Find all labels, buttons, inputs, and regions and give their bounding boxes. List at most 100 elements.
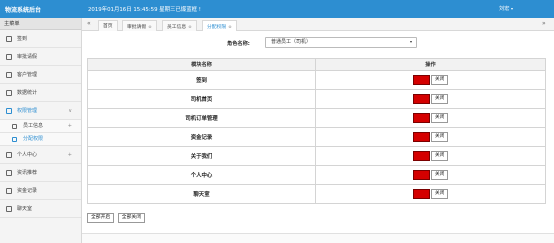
sidebar-item-personal-center[interactable]: 个人中心 + — [0, 146, 81, 164]
sidebar-item-label: 分配权限 — [23, 136, 44, 142]
top-header-bar: 物流系统后台 2019年01月16日 15:45:59 星期三已爆蓝框 ! 刘宏 — [0, 0, 554, 18]
action-cell: 开启 关闭 — [315, 70, 546, 90]
close-icon[interactable]: ⊗ — [188, 24, 191, 29]
datetime-banner: 2019年01月16日 15:45:59 星期三已爆蓝框 ! — [88, 7, 201, 13]
role-select[interactable]: 普通员工（司机） — [265, 37, 417, 48]
action-cell: 开启 关闭 — [315, 127, 546, 147]
pencil-icon — [6, 35, 12, 42]
action-cell: 开启 关闭 — [315, 184, 546, 204]
sidebar-item-employee-info[interactable]: 员工信息 + — [0, 120, 81, 133]
close-button[interactable]: 关闭 — [431, 170, 449, 180]
open-all-button[interactable]: 全部开启 — [87, 213, 115, 223]
table-header-row: 模块名称 操作 — [87, 58, 546, 71]
tag-icon — [12, 136, 17, 142]
sidebar-item-label: 个人中心 — [17, 152, 38, 158]
sidebar-header: 主菜单 — [0, 18, 81, 30]
close-all-button[interactable]: 全部关闭 — [117, 213, 145, 223]
tab-label: 员工信息 — [167, 25, 187, 30]
sidebar-item-sign-in[interactable]: 签到 — [0, 30, 81, 48]
close-button[interactable]: 关闭 — [431, 151, 449, 161]
table-row: 签到 开启 关闭 — [87, 70, 546, 90]
open-button[interactable]: 开启 — [412, 189, 430, 199]
close-icon[interactable]: ⊗ — [228, 24, 231, 29]
sidebar-item-leave-approval[interactable]: 审批请假 — [0, 48, 81, 66]
sidebar-item-label: 签到 — [17, 36, 28, 42]
column-header-actions: 操作 — [315, 58, 546, 71]
sidebar-item-statistics[interactable]: 数据统计 — [0, 84, 81, 102]
sidebar-item-label: 资讯推荐 — [17, 170, 38, 176]
table-row: 司机首页 开启 关闭 — [87, 89, 546, 109]
sidebar-item-label: 审批请假 — [17, 54, 38, 60]
chat-icon — [6, 205, 12, 212]
caret-down-icon — [511, 7, 514, 10]
tab-employee-info[interactable]: 员工信息 ⊗ — [162, 20, 197, 31]
table-row: 资金记录 开启 关闭 — [87, 127, 546, 147]
role-name-label: 角色名称: — [227, 41, 250, 47]
news-icon — [6, 169, 12, 176]
scroll-right-icon[interactable]: » — [542, 20, 546, 27]
tab-bar: « 首页 审批请假 ⊗ 员工信息 ⊗ 分配权限 ⊗ » — [82, 18, 554, 31]
open-button[interactable]: 开启 — [412, 94, 430, 104]
chevron-down-icon: ∨ — [68, 108, 72, 114]
caret-down-icon — [410, 41, 412, 43]
user-icon — [6, 151, 12, 158]
sidebar-item-label: 资金记录 — [17, 188, 38, 194]
open-button[interactable]: 开启 — [412, 75, 430, 85]
close-button[interactable]: 关闭 — [431, 75, 449, 85]
tab-leave-approval[interactable]: 审批请假 ⊗ — [122, 20, 157, 31]
open-button[interactable]: 开启 — [412, 113, 430, 123]
role-select-value: 普通员工（司机） — [271, 39, 312, 45]
sidebar-item-news[interactable]: 资讯推荐 — [0, 164, 81, 182]
sidebar-item-permissions[interactable]: 权限管理 ∨ — [0, 102, 81, 120]
action-cell: 开启 关闭 — [315, 108, 546, 128]
user-menu[interactable]: 刘宏 — [499, 5, 514, 12]
close-icon[interactable]: ⊗ — [148, 24, 151, 29]
action-cell: 开启 关闭 — [315, 146, 546, 166]
clipboard-icon — [6, 53, 12, 60]
bulk-actions: 全部开启 全部关闭 — [87, 213, 147, 223]
sidebar-item-customers[interactable]: 客户管理 — [0, 66, 81, 84]
open-button[interactable]: 开启 — [412, 170, 430, 180]
wallet-icon — [6, 187, 12, 194]
expand-plus-icon: + — [67, 152, 72, 158]
close-button[interactable]: 关闭 — [431, 132, 449, 142]
main-content: 角色名称: 普通员工（司机） 模块名称 操作 签到 开启 关闭 司机首页 开启 关闭… — [82, 31, 554, 243]
module-name: 关于我们 — [87, 146, 316, 166]
action-cell: 开启 关闭 — [315, 89, 546, 109]
close-button[interactable]: 关闭 — [431, 113, 449, 123]
action-cell: 开启 关闭 — [315, 165, 546, 185]
module-name: 司机首页 — [87, 89, 316, 109]
module-name: 个人中心 — [87, 165, 316, 185]
table-row: 个人中心 开启 关闭 — [87, 165, 546, 185]
user-name: 刘宏 — [499, 6, 510, 12]
sidebar-item-label: 客户管理 — [17, 72, 38, 78]
table-row: 关于我们 开启 关闭 — [87, 146, 546, 166]
module-name: 聊天室 — [87, 184, 316, 204]
scroll-left-icon[interactable]: « — [87, 20, 91, 27]
permission-table: 模块名称 操作 签到 开启 关闭 司机首页 开启 关闭 司机订单管理 开启 关闭 资金… — [87, 58, 546, 204]
close-button[interactable]: 关闭 — [431, 189, 449, 199]
sidebar-item-label: 权限管理 — [17, 108, 38, 114]
tab-assign-permissions[interactable]: 分配权限 ⊗ — [202, 20, 237, 31]
tab-label: 首页 — [103, 24, 113, 29]
sidebar: 主菜单 签到 审批请假 客户管理 数据统计 权限管理 ∨ 员工信息 + 分配权限… — [0, 18, 82, 243]
module-name: 司机订单管理 — [87, 108, 316, 128]
close-button[interactable]: 关闭 — [431, 94, 449, 104]
sidebar-item-funds[interactable]: 资金记录 — [0, 182, 81, 200]
key-icon — [6, 107, 12, 114]
sidebar-item-label: 聊天室 — [17, 206, 33, 212]
module-name: 签到 — [87, 70, 316, 90]
open-button[interactable]: 开启 — [412, 132, 430, 142]
tab-home[interactable]: 首页 — [98, 20, 118, 31]
chart-icon — [6, 89, 12, 96]
module-name: 资金记录 — [87, 127, 316, 147]
people-icon — [6, 71, 12, 78]
sidebar-item-chat[interactable]: 聊天室 — [0, 200, 81, 218]
horizontal-scrollbar[interactable] — [82, 233, 554, 243]
table-row: 司机订单管理 开启 关闭 — [87, 108, 546, 128]
tab-label: 分配权限 — [207, 25, 227, 30]
table-row: 聊天室 开启 关闭 — [87, 184, 546, 204]
open-button[interactable]: 开启 — [412, 151, 430, 161]
sidebar-item-assign-permissions[interactable]: 分配权限 — [0, 133, 81, 146]
tab-label: 审批请假 — [127, 25, 147, 30]
